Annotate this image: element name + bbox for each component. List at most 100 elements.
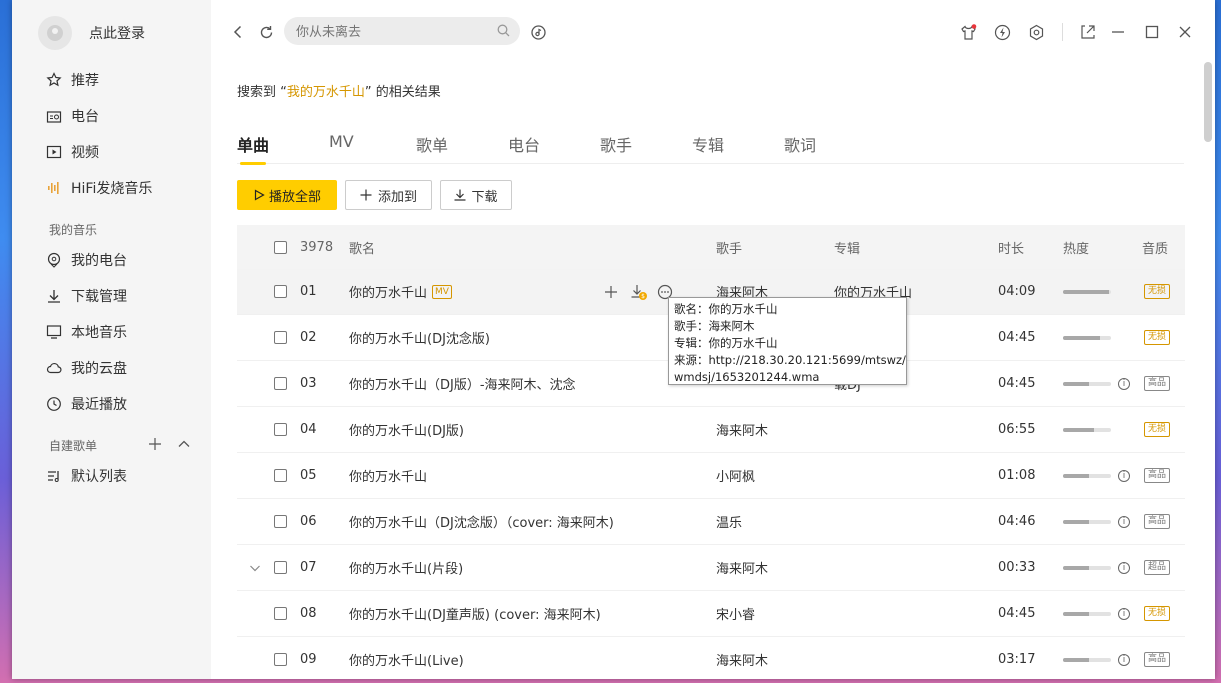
song-title-cell[interactable]: 你的万水千山 [349,453,427,498]
download-button[interactable]: 下载 [440,180,512,210]
add-playlist-icon[interactable] [148,437,162,455]
quality-badge[interactable]: 高品 [1144,514,1171,529]
info-icon[interactable]: i [1118,469,1130,482]
info-icon[interactable]: i [1118,377,1130,390]
artist-name[interactable]: 海来阿木 [716,545,768,590]
add-to-button[interactable]: 添加到 [345,180,432,210]
sidebar-item-recent[interactable]: 最近播放 [46,391,127,417]
sidebar-item-default-list[interactable]: 默认列表 [46,463,127,489]
row-checkbox[interactable] [274,561,287,574]
quality-badge[interactable]: 无损 [1144,606,1171,621]
play-all-button[interactable]: 播放全部 [237,180,337,210]
tab-lyrics[interactable]: 歌词 [784,132,816,156]
info-icon[interactable]: i [1118,607,1130,620]
tab-mv[interactable]: MV [329,132,354,151]
sidebar-item-video[interactable]: 视频 [46,139,99,165]
login-label[interactable]: 点此登录 [89,23,145,43]
music-recognition-icon[interactable] [529,23,547,41]
download-vip-icon[interactable]: $ [630,283,648,301]
song-title-cell[interactable]: 你的万水千山(DJ沈念版) [349,315,490,360]
table-row[interactable]: 05 你的万水千山 小阿枫 01:08 i 高品 [237,453,1185,499]
row-checkbox[interactable] [274,423,287,436]
login-area[interactable]: 点此登录 [38,15,145,51]
lightning-icon[interactable] [993,23,1011,41]
song-title[interactable]: 你的万水千山(片段) [349,558,463,577]
quality-badge[interactable]: 超品 [1144,560,1171,575]
sidebar-item-local-music[interactable]: 本地音乐 [46,319,127,345]
song-title-cell[interactable]: 你的万水千山（DJ版）-海来阿木、沈念 [349,361,576,406]
tab-songs[interactable]: 单曲 [237,132,269,165]
artist-name[interactable]: 小阿枫 [716,453,755,498]
quality-badge[interactable]: 高品 [1144,652,1171,667]
song-title-cell[interactable]: 你的万水千山（DJ沈念版）（cover: 海来阿木) [349,499,614,544]
info-icon[interactable]: i [1118,515,1130,528]
song-title-cell[interactable]: 你的万水千山(片段) [349,545,463,590]
close-icon[interactable] [1176,23,1194,41]
header-artist[interactable]: 歌手 [716,225,742,269]
collapse-chevron-icon[interactable] [177,437,191,455]
search-icon[interactable] [497,24,510,41]
song-title[interactable]: 你的万水千山(DJ版) [349,420,464,439]
quality-badge[interactable]: 高品 [1144,468,1171,483]
tab-artists[interactable]: 歌手 [600,132,632,156]
maximize-icon[interactable] [1143,23,1161,41]
song-title-cell[interactable]: 你的万水千山(DJ童声版) (cover: 海来阿木) [349,591,601,636]
select-all-checkbox[interactable] [274,240,287,254]
song-title[interactable]: 你的万水千山 [349,466,427,485]
artist-name[interactable]: 宋小睿 [716,591,755,636]
table-row[interactable]: 07 你的万水千山(片段) 海来阿木 00:33 i 超品 [237,545,1185,591]
song-title[interactable]: 你的万水千山(Live) [349,650,464,669]
song-title[interactable]: 你的万水千山 [349,282,427,301]
info-icon[interactable]: i [1118,561,1130,574]
quality-badge[interactable]: 高品 [1144,376,1171,391]
song-title[interactable]: 你的万水千山（DJ版）-海来阿木、沈念 [349,374,576,393]
search-input[interactable] [294,21,493,43]
table-row[interactable]: 06 你的万水千山（DJ沈念版）（cover: 海来阿木) 温乐 04:46 i 高品 [237,499,1185,545]
refresh-icon[interactable] [257,23,275,41]
add-icon[interactable] [604,285,618,299]
song-title[interactable]: 你的万水千山(DJ童声版) (cover: 海来阿木) [349,604,601,623]
song-title[interactable]: 你的万水千山（DJ沈念版）（cover: 海来阿木) [349,512,614,531]
header-quality[interactable]: 音质 [1142,225,1168,269]
header-album[interactable]: 专辑 [834,225,860,269]
minimize-icon[interactable] [1109,23,1127,41]
row-checkbox[interactable] [274,331,287,344]
settings-icon[interactable] [1027,23,1045,41]
song-title-cell[interactable]: 你的万水千山(DJ版) [349,407,464,452]
header-name[interactable]: 歌名 [349,225,375,269]
sidebar-item-downloads[interactable]: 下载管理 [46,283,127,309]
avatar[interactable] [38,16,72,50]
skin-shirt-icon[interactable] [959,23,977,41]
mini-mode-icon[interactable] [1079,23,1097,41]
sidebar-item-hifi[interactable]: HiFi发烧音乐 [46,175,152,201]
scrollbar-thumb[interactable] [1204,62,1212,142]
quality-badge[interactable]: 无损 [1144,422,1171,437]
song-title[interactable]: 你的万水千山(DJ沈念版) [349,328,490,347]
tab-radio[interactable]: 电台 [508,132,540,156]
quality-badge[interactable]: 无损 [1144,330,1171,345]
artist-name[interactable]: 海来阿木 [716,637,768,679]
table-row[interactable]: 08 你的万水千山(DJ童声版) (cover: 海来阿木) 宋小睿 04:45 i 无损 [237,591,1185,637]
back-arrow-icon[interactable] [229,23,247,41]
row-checkbox[interactable] [274,653,287,666]
header-heat[interactable]: 热度 [1063,225,1089,269]
row-checkbox[interactable] [274,515,287,528]
mv-badge[interactable]: MV [432,284,452,299]
tab-albums[interactable]: 专辑 [692,132,724,156]
tab-playlists[interactable]: 歌单 [416,132,448,156]
table-row[interactable]: 09 你的万水千山(Live) 海来阿木 03:17 i 高品 [237,637,1185,679]
quality-badge[interactable]: 无损 [1144,284,1171,299]
sidebar-item-cloud[interactable]: 我的云盘 [46,355,127,381]
sidebar-item-radio[interactable]: 电台 [46,103,99,129]
row-checkbox[interactable] [274,285,287,298]
info-icon[interactable]: i [1118,653,1130,666]
song-title-cell[interactable]: 你的万水千山 MV [349,269,452,314]
artist-name[interactable]: 温乐 [716,499,742,544]
expand-chevron-icon[interactable] [249,562,261,574]
row-checkbox[interactable] [274,377,287,390]
sidebar-item-recommend[interactable]: 推荐 [46,67,99,93]
artist-name[interactable]: 海来阿木 [716,407,768,452]
row-checkbox[interactable] [274,607,287,620]
sidebar-item-my-radio[interactable]: 我的电台 [46,247,127,273]
song-title-cell[interactable]: 你的万水千山(Live) [349,637,464,679]
